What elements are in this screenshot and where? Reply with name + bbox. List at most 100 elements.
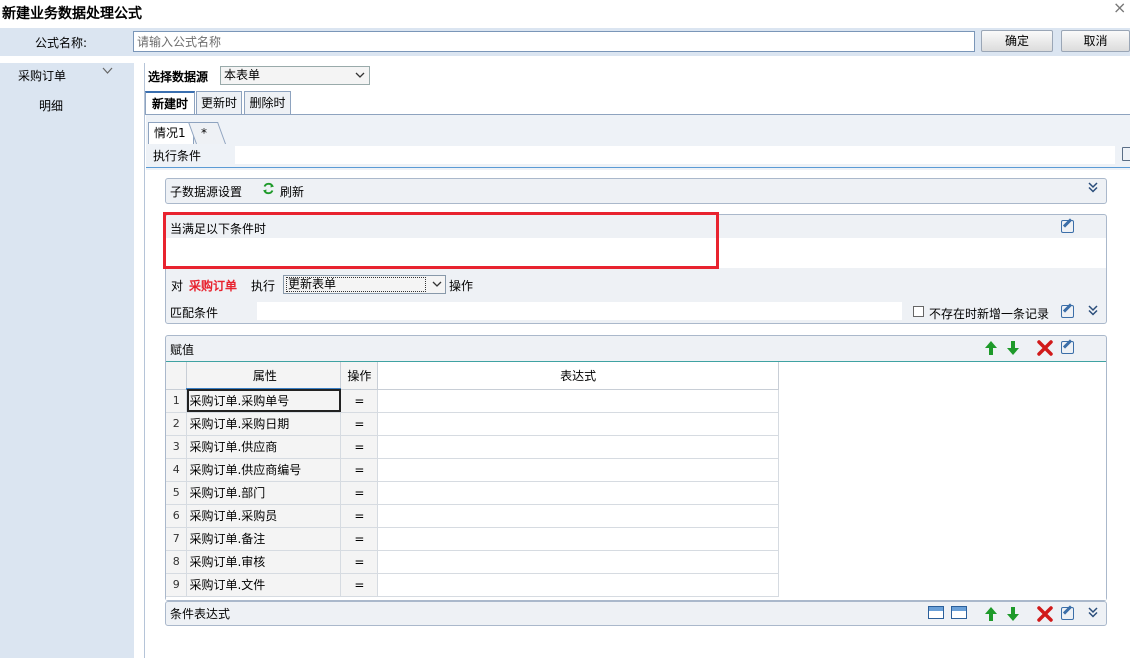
row-number: 7 bbox=[166, 527, 188, 551]
op-cell[interactable]: = bbox=[340, 389, 379, 413]
attr-cell[interactable]: 采购订单.备注 bbox=[186, 527, 342, 551]
formula-name-input[interactable] bbox=[133, 31, 975, 52]
tab-on-create[interactable]: 新建时 bbox=[145, 91, 195, 115]
double-chevron-down-icon[interactable] bbox=[1088, 305, 1098, 319]
expr-cell[interactable] bbox=[377, 527, 779, 551]
expr-cell[interactable] bbox=[377, 435, 779, 459]
sidebar-item-purchase-order[interactable]: 采购订单 bbox=[18, 67, 66, 84]
operation-select-value: 更新表单 bbox=[286, 277, 426, 292]
attr-cell[interactable]: 采购订单.供应商编号 bbox=[186, 458, 342, 482]
table-row[interactable]: 4 采购订单.供应商编号 = bbox=[166, 458, 779, 482]
row-number: 3 bbox=[166, 435, 188, 459]
datasource-label: 选择数据源 bbox=[148, 70, 209, 84]
sidebar-item-detail[interactable]: 明细 bbox=[39, 97, 63, 114]
edit-icon[interactable] bbox=[1061, 341, 1074, 354]
sub-datasource-panel bbox=[165, 178, 1107, 204]
attr-cell[interactable]: 采购订单.采购员 bbox=[186, 504, 342, 528]
cancel-button[interactable]: 取消 bbox=[1061, 30, 1130, 52]
refresh-icon[interactable] bbox=[262, 182, 275, 199]
attr-cell[interactable]: 采购订单.采购单号 bbox=[186, 389, 342, 413]
expr-cell[interactable] bbox=[377, 573, 779, 597]
edit-icon[interactable] bbox=[1061, 607, 1074, 620]
tab-on-delete[interactable]: 删除时 bbox=[244, 91, 291, 115]
table-row[interactable]: 2 采购订单.采购日期 = bbox=[166, 412, 779, 436]
op-cell[interactable]: = bbox=[340, 435, 379, 459]
op-cell[interactable]: = bbox=[340, 527, 379, 551]
edit-icon[interactable] bbox=[1122, 147, 1130, 161]
move-up-icon[interactable] bbox=[984, 606, 998, 625]
op-column-header[interactable]: 操作 bbox=[340, 362, 379, 390]
double-chevron-down-icon[interactable] bbox=[1088, 607, 1098, 621]
op-cell[interactable]: = bbox=[340, 573, 379, 597]
attr-cell[interactable]: 采购订单.文件 bbox=[186, 573, 342, 597]
table-row[interactable]: 1 采购订单.采购单号 = bbox=[166, 389, 779, 413]
delete-icon[interactable] bbox=[1037, 606, 1053, 625]
attr-cell[interactable]: 采购订单.审核 bbox=[186, 550, 342, 574]
match-condition-label: 匹配条件 bbox=[170, 306, 219, 320]
expr-cell[interactable] bbox=[377, 481, 779, 505]
table-row[interactable]: 6 采购订单.采购员 = bbox=[166, 504, 779, 528]
chevron-down-icon bbox=[432, 276, 442, 299]
attr-cell[interactable]: 采购订单.采购日期 bbox=[186, 412, 342, 436]
add-table-icon[interactable] bbox=[928, 606, 944, 619]
move-down-icon[interactable] bbox=[1006, 606, 1020, 625]
exec-condition-input[interactable] bbox=[235, 146, 1115, 164]
operation-select[interactable]: 更新表单 bbox=[283, 275, 446, 294]
row-number: 9 bbox=[166, 573, 188, 597]
row-number: 8 bbox=[166, 550, 188, 574]
expr-cell[interactable] bbox=[377, 458, 779, 482]
row-number: 5 bbox=[166, 481, 188, 505]
move-down-icon[interactable] bbox=[1006, 340, 1020, 359]
row-number: 2 bbox=[166, 412, 188, 436]
op-cell[interactable]: = bbox=[340, 458, 379, 482]
edit-icon[interactable] bbox=[1061, 220, 1074, 233]
row-number: 4 bbox=[166, 458, 188, 482]
window-title: 新建业务数据处理公式 bbox=[2, 6, 142, 22]
table-row[interactable]: 7 采购订单.备注 = bbox=[166, 527, 779, 551]
table-header-row: 属性 操作 表达式 bbox=[166, 362, 779, 390]
operation-exec-label: 执行 bbox=[251, 279, 276, 293]
tab-case-1[interactable]: 情况1 bbox=[148, 122, 194, 144]
sidebar bbox=[0, 63, 134, 658]
formula-name-label: 公式名称: bbox=[35, 36, 88, 50]
table-row[interactable]: 8 采购订单.审核 = bbox=[166, 550, 779, 574]
create-if-missing-checkbox[interactable] bbox=[913, 306, 924, 317]
expr-column-header[interactable]: 表达式 bbox=[377, 362, 779, 390]
operation-prefix: 对 bbox=[171, 279, 184, 293]
move-up-icon[interactable] bbox=[984, 340, 998, 359]
attr-column-header[interactable]: 属性 bbox=[186, 362, 342, 390]
op-cell[interactable]: = bbox=[340, 481, 379, 505]
ok-button[interactable]: 确定 bbox=[981, 30, 1053, 52]
match-condition-input[interactable] bbox=[257, 302, 902, 320]
table-row[interactable]: 3 采购订单.供应商 = bbox=[166, 435, 779, 459]
op-cell[interactable]: = bbox=[340, 504, 379, 528]
expr-cell[interactable] bbox=[377, 389, 779, 413]
attr-cell[interactable]: 采购订单.部门 bbox=[186, 481, 342, 505]
title-bar bbox=[0, 0, 1130, 28]
edit-icon[interactable] bbox=[1061, 305, 1074, 318]
expr-cell[interactable] bbox=[377, 504, 779, 528]
delete-icon[interactable] bbox=[1037, 340, 1053, 359]
highlight-box bbox=[163, 212, 719, 269]
insert-table-icon[interactable] bbox=[951, 606, 967, 619]
row-number: 6 bbox=[166, 504, 188, 528]
row-number: 1 bbox=[166, 389, 188, 413]
close-icon[interactable]: × bbox=[1113, 0, 1126, 17]
refresh-button[interactable]: 刷新 bbox=[280, 183, 304, 200]
operation-target: 采购订单 bbox=[189, 279, 238, 293]
tab-on-update[interactable]: 更新时 bbox=[196, 91, 242, 115]
expr-cell[interactable] bbox=[377, 412, 779, 436]
table-row[interactable]: 9 采购订单.文件 = bbox=[166, 573, 779, 597]
create-if-missing-label: 不存在时新增一条记录 bbox=[929, 307, 1050, 321]
op-cell[interactable]: = bbox=[340, 550, 379, 574]
cond-expr-title: 条件表达式 bbox=[170, 607, 231, 621]
row-number-header bbox=[166, 362, 188, 390]
attr-cell[interactable]: 采购订单.供应商 bbox=[186, 435, 342, 459]
datasource-select[interactable]: 本表单 bbox=[220, 66, 370, 85]
op-cell[interactable]: = bbox=[340, 412, 379, 436]
expr-cell[interactable] bbox=[377, 550, 779, 574]
chevron-down-icon[interactable] bbox=[102, 65, 113, 78]
exec-condition-label: 执行条件 bbox=[153, 149, 202, 163]
double-chevron-down-icon[interactable] bbox=[1088, 182, 1098, 196]
table-row[interactable]: 5 采购订单.部门 = bbox=[166, 481, 779, 505]
